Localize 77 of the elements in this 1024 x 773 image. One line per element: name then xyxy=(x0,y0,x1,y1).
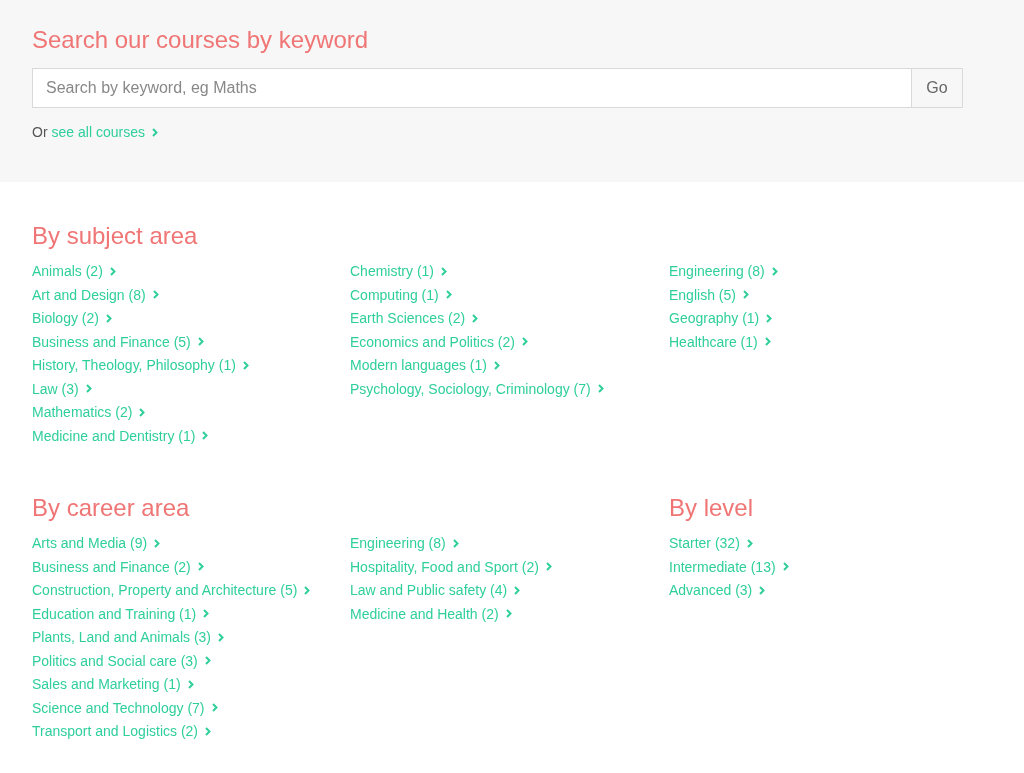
chevron-icon xyxy=(452,538,459,548)
category-link[interactable]: Construction, Property and Architecture (5) xyxy=(32,582,311,598)
chevron-icon xyxy=(505,609,512,618)
chevron-icon xyxy=(545,562,552,571)
category-link[interactable]: English (5) xyxy=(669,286,749,303)
chevron-icon xyxy=(154,538,161,548)
category-link[interactable]: Hospitality, Food and Sport (2) xyxy=(350,558,552,575)
chevron-icon xyxy=(211,703,218,712)
chevron-icon xyxy=(204,656,211,665)
chevron-icon xyxy=(205,726,211,736)
search-heading: Search our courses by keyword xyxy=(32,26,370,54)
section-heading: By career area xyxy=(32,494,191,522)
category-link[interactable]: Animals (2) xyxy=(32,263,116,279)
chevron-icon xyxy=(597,384,604,393)
category-link[interactable]: Modern languages (1) xyxy=(350,357,500,373)
category-link[interactable]: Engineering (8) xyxy=(669,263,778,279)
chevron-icon xyxy=(764,337,771,346)
chevron-icon xyxy=(85,384,92,393)
chevron-icon xyxy=(771,266,778,276)
chevron-icon xyxy=(151,127,158,137)
category-link[interactable]: Starter (32) xyxy=(669,535,753,551)
category-link[interactable]: Education and Training (1) xyxy=(32,605,210,622)
category-link[interactable]: Advanced (3) xyxy=(669,582,766,598)
chevron-icon xyxy=(105,313,112,323)
category-link[interactable]: Arts and Media (9) xyxy=(32,535,161,551)
category-link[interactable]: Transport and Logistics (2) xyxy=(32,723,211,739)
category-link[interactable]: Engineering (8) xyxy=(350,535,459,551)
category-link[interactable]: Healthcare (1) xyxy=(669,333,771,350)
category-link[interactable]: Plants, Land and Animals (3) xyxy=(32,629,224,645)
category-link[interactable]: Earth Sciences (2) xyxy=(350,310,479,326)
go-button[interactable]: Go xyxy=(912,68,963,108)
category-link[interactable]: Business and Finance (2) xyxy=(32,558,204,575)
category-link[interactable]: Biology (2) xyxy=(32,310,112,326)
category-link[interactable]: Chemistry (1) xyxy=(350,263,447,279)
section-heading: By subject area xyxy=(32,222,199,250)
category-link[interactable]: Medicine and Health (2) xyxy=(350,605,512,622)
category-link[interactable]: Law and Public safety (4) xyxy=(350,582,521,598)
chevron-icon xyxy=(472,313,479,323)
category-link[interactable]: Computing (1) xyxy=(350,286,452,303)
chevron-icon xyxy=(494,360,500,370)
chevron-icon xyxy=(441,266,447,276)
or-label: Or xyxy=(32,124,48,140)
chevron-icon xyxy=(521,337,528,346)
chevron-icon xyxy=(746,538,753,548)
chevron-icon xyxy=(766,313,773,323)
see-all-courses-link[interactable]: see all courses xyxy=(51,124,158,140)
category-link[interactable]: Politics and Social care (3) xyxy=(32,652,211,669)
chevron-icon xyxy=(197,562,204,571)
category-link[interactable]: Sales and Marketing (1) xyxy=(32,676,194,692)
chevron-icon xyxy=(782,562,789,571)
category-link[interactable]: Science and Technology (7) xyxy=(32,699,218,716)
chevron-icon xyxy=(187,679,194,689)
category-link[interactable]: Art and Design (8) xyxy=(32,286,159,303)
chevron-icon xyxy=(139,407,146,417)
chevron-icon xyxy=(242,360,249,370)
chevron-icon xyxy=(152,290,159,299)
chevron-icon xyxy=(218,632,224,642)
section-heading: By level xyxy=(669,494,755,522)
category-link[interactable]: Mathematics (2) xyxy=(32,404,146,420)
category-link[interactable]: Economics and Politics (2) xyxy=(350,333,528,350)
category-link[interactable]: Psychology, Sociology, Criminology (7) xyxy=(350,380,604,397)
category-link[interactable]: Intermediate (13) xyxy=(669,558,789,575)
search-field[interactable]: Search by keyword, eg Maths xyxy=(32,68,912,108)
chevron-icon xyxy=(202,431,209,440)
category-link[interactable]: Law (3) xyxy=(32,380,92,397)
category-link[interactable]: Business and Finance (5) xyxy=(32,333,204,350)
chevron-icon xyxy=(445,290,452,299)
chevron-icon xyxy=(203,609,210,618)
category-link[interactable]: History, Theology, Philosophy (1) xyxy=(32,357,249,373)
category-link[interactable]: Geography (1) xyxy=(669,310,773,326)
chevron-icon xyxy=(197,337,204,346)
chevron-icon xyxy=(109,266,116,276)
chevron-icon xyxy=(759,585,766,595)
chevron-icon xyxy=(514,585,521,595)
category-link[interactable]: Medicine and Dentistry (1) xyxy=(32,427,209,444)
chevron-icon xyxy=(304,585,311,595)
chevron-icon xyxy=(742,290,749,299)
